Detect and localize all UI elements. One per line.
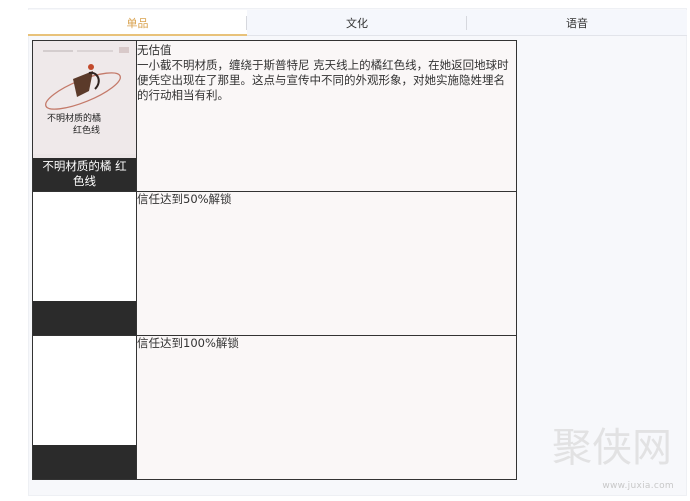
thumb-text-line-1: 不明材质的橘 [47, 112, 101, 124]
tab-voice[interactable]: 语音 [467, 10, 687, 35]
item-value: 无估值 [137, 43, 172, 57]
item-unlock-text: 信任达到50%解锁 [137, 192, 232, 206]
watermark-url: www.juxia.com [602, 481, 674, 491]
tab-culture[interactable]: 文化 [247, 10, 467, 35]
item-description-cell: 信任达到100%解锁 [136, 335, 517, 480]
item-thumb-cell: 不明材质的橘 红色线 不明材质的橘 红色线 [32, 40, 137, 192]
thumb-text-line-2: 红色线 [73, 124, 100, 136]
item-description-cell: 无估值 一小截不明材质，缠绕于斯普特尼 克天线上的橘红色线，在她返回地球时便凭空… [136, 40, 517, 192]
tab-item[interactable]: 单品 [28, 10, 247, 36]
item-thumbnail-empty [33, 192, 136, 301]
item-thumb-cell [32, 191, 137, 336]
items-table: 不明材质的橘 红色线 不明材质的橘 红色线 无估值 一小截不明材质，缠绕于斯普特… [32, 40, 517, 480]
table-row: 不明材质的橘 红色线 不明材质的橘 红色线 无估值 一小截不明材质，缠绕于斯普特… [32, 40, 517, 192]
table-row: 信任达到50%解锁 [32, 191, 517, 336]
item-name [33, 445, 136, 479]
item-artwork-icon: 不明材质的橘 红色线 [33, 41, 136, 154]
item-name: 不明材质的橘 红色线 [33, 158, 136, 191]
item-description: 一小截不明材质，缠绕于斯普特尼 克天线上的橘红色线，在她返回地球时便凭空出现在了… [137, 58, 509, 102]
table-row: 信任达到100%解锁 [32, 335, 517, 480]
item-unlock-text: 信任达到100%解锁 [137, 336, 239, 350]
item-name [33, 301, 136, 335]
tab-bar: 单品 文化 语音 [28, 10, 687, 36]
item-description-cell: 信任达到50%解锁 [136, 191, 517, 336]
item-thumb-cell [32, 335, 137, 480]
item-thumbnail-empty [33, 336, 136, 445]
tab-label: 文化 [346, 16, 368, 30]
tab-label: 语音 [566, 16, 588, 30]
item-thumbnail[interactable]: 不明材质的橘 红色线 [33, 41, 136, 158]
tab-label: 单品 [126, 16, 149, 30]
